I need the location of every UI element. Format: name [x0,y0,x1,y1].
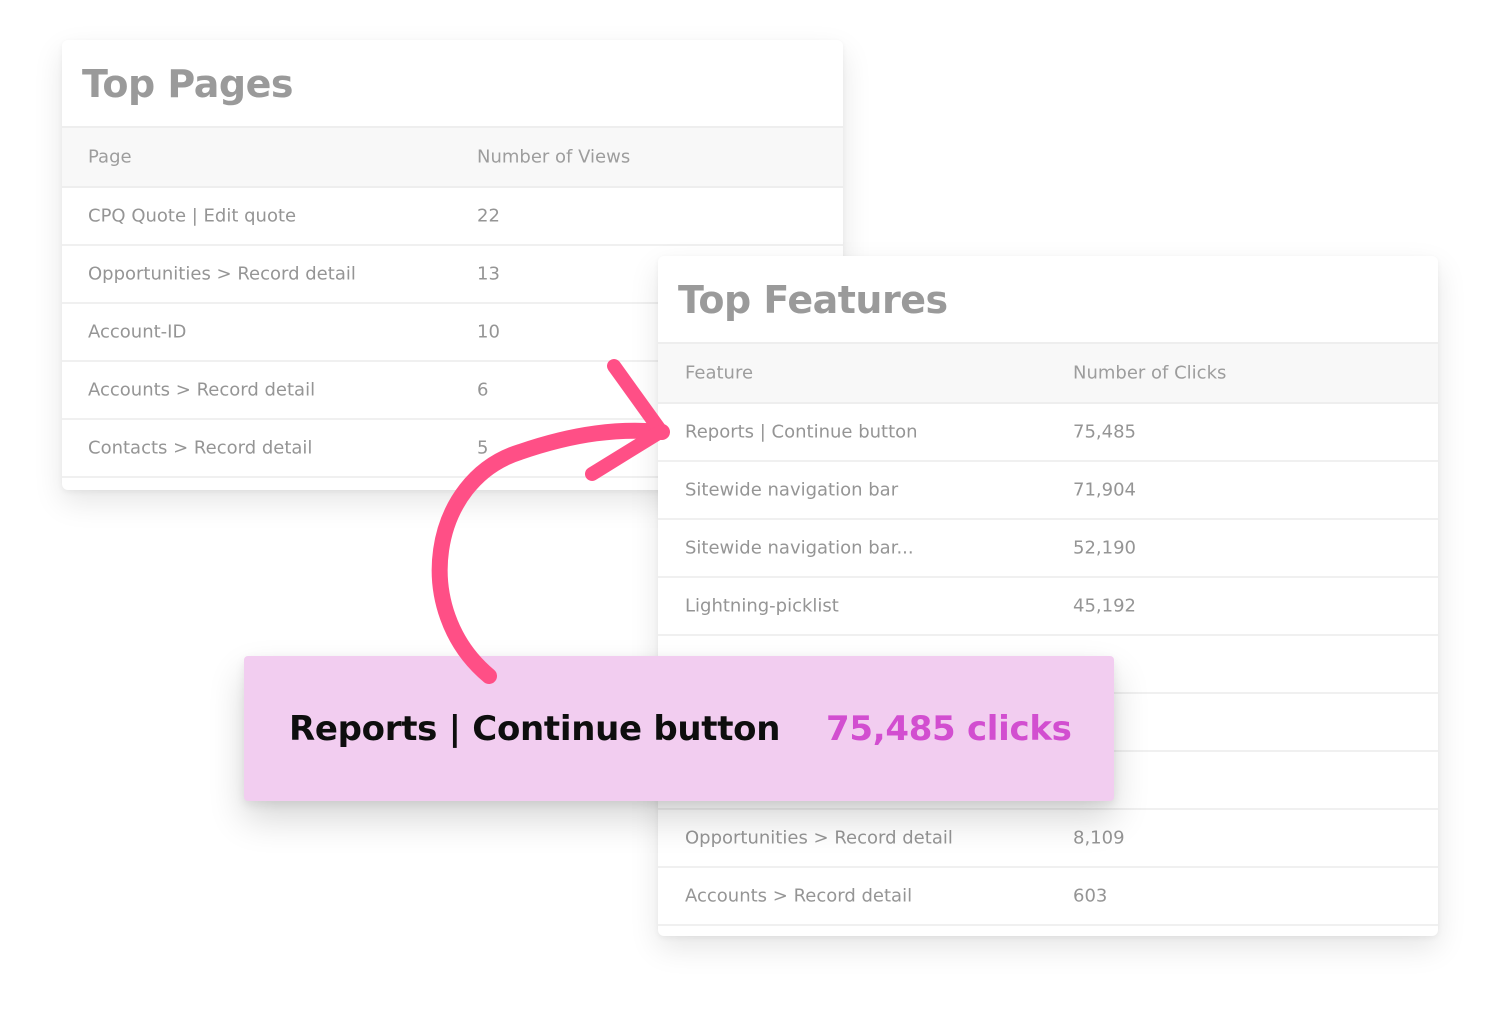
feature-name: Accounts > Record detail [685,885,913,907]
top-features-header-row: Feature Number of Clicks [658,342,1438,404]
feature-name: Lightning-picklist [685,595,839,617]
top-features-card: Top Features Feature Number of Clicks Re… [658,256,1438,936]
top-pages-header-row: Page Number of Views [62,126,843,188]
feature-name: Sitewide navigation bar... [685,537,914,559]
page-name: Contacts > Record detail [88,437,313,459]
column-header-feature[interactable]: Feature [685,363,753,384]
top-features-table: Feature Number of Clicks Reports | Conti… [658,342,1438,926]
table-row[interactable]: CPQ Quote | Edit quote 22 [62,188,843,246]
table-row[interactable]: Opportunities > Record detail 8,109 [658,810,1438,868]
page-name: Accounts > Record detail [88,379,316,401]
page-name: Account-ID [88,321,187,343]
callout-click-count: 75,485 clicks [826,708,1072,749]
view-count: 22 [477,205,500,227]
column-header-views[interactable]: Number of Views [477,147,630,168]
table-row[interactable]: Accounts > Record detail 603 [658,868,1438,926]
table-row[interactable]: Sitewide navigation bar 71,904 [658,462,1438,520]
column-header-page[interactable]: Page [88,147,132,168]
feature-name: Opportunities > Record detail [685,827,953,849]
view-count: 6 [477,379,489,401]
page-name: CPQ Quote | Edit quote [88,205,297,227]
view-count: 10 [477,321,500,343]
click-count: 603 [1073,885,1108,907]
top-pages-title: Top Pages [82,62,293,106]
view-count: 5 [477,437,489,459]
highlight-callout: Reports | Continue button 75,485 clicks [244,656,1114,801]
table-row[interactable]: Lightning-picklist 45,192 [658,578,1438,636]
table-row[interactable]: Sitewide navigation bar... 52,190 [658,520,1438,578]
column-header-clicks[interactable]: Number of Clicks [1073,363,1226,384]
table-row[interactable]: Reports | Continue button 75,485 [658,404,1438,462]
page-name: Opportunities > Record detail [88,263,356,285]
feature-name: Sitewide navigation bar [685,479,899,501]
callout-feature-name: Reports | Continue button [289,708,781,749]
top-features-title: Top Features [678,278,948,322]
view-count: 13 [477,263,500,285]
click-count: 71,904 [1073,479,1136,501]
feature-name: Reports | Continue button [685,421,918,443]
click-count: 52,190 [1073,537,1136,559]
click-count: 75,485 [1073,421,1136,443]
click-count: 8,109 [1073,827,1125,849]
click-count: 45,192 [1073,595,1136,617]
